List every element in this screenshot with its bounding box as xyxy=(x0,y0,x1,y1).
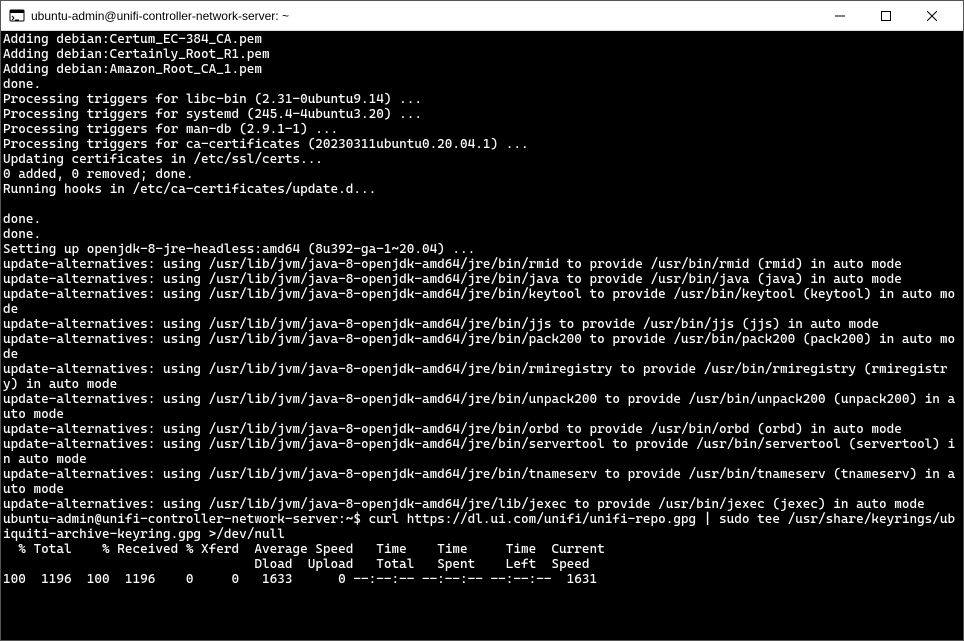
output-line: update-alternatives: using /usr/lib/jvm/… xyxy=(3,272,961,287)
output-line: update-alternatives: using /usr/lib/jvm/… xyxy=(3,317,961,332)
output-line: update-alternatives: using /usr/lib/jvm/… xyxy=(3,257,961,272)
output-line: done. xyxy=(3,212,961,227)
output-line: Processing triggers for libc-bin (2.31-0… xyxy=(3,92,961,107)
output-line: update-alternatives: using /usr/lib/jvm/… xyxy=(3,392,961,422)
output-line: update-alternatives: using /usr/lib/jvm/… xyxy=(3,332,961,362)
output-line: update-alternatives: using /usr/lib/jvm/… xyxy=(3,362,961,392)
maximize-icon xyxy=(881,11,891,21)
titlebar[interactable]: ubuntu-admin@unifi-controller-network-se… xyxy=(1,1,963,31)
output-line: Running hooks in /etc/ca-certificates/up… xyxy=(3,182,961,197)
output-line: Processing triggers for ca-certificates … xyxy=(3,137,961,152)
output-line: % Total % Received % Xferd Average Speed… xyxy=(3,542,961,557)
output-line: Adding debian:Certum_EC-384_CA.pem xyxy=(3,32,961,47)
terminal-output[interactable]: Adding debian:Certum_EC-384_CA.pemAdding… xyxy=(1,31,963,640)
output-line: Dload Upload Total Spent Left Speed xyxy=(3,557,961,572)
output-line: update-alternatives: using /usr/lib/jvm/… xyxy=(3,287,961,317)
minimize-button[interactable] xyxy=(817,1,863,31)
maximize-button[interactable] xyxy=(863,1,909,31)
output-line: done. xyxy=(3,77,961,92)
output-line: Processing triggers for man-db (2.9.1-1)… xyxy=(3,122,961,137)
output-line: update-alternatives: using /usr/lib/jvm/… xyxy=(3,497,961,512)
blank-line xyxy=(3,197,961,212)
output-line: Setting up openjdk-8-jre-headless:amd64 … xyxy=(3,242,961,257)
output-line: 0 added, 0 removed; done. xyxy=(3,167,961,182)
output-line: Adding debian:Amazon_Root_CA_1.pem xyxy=(3,62,961,77)
close-icon xyxy=(927,11,937,21)
prompt-line: ubuntu-admin@unifi-controller-network-se… xyxy=(3,512,961,542)
terminal-window: ubuntu-admin@unifi-controller-network-se… xyxy=(0,0,964,641)
output-line: 100 1196 100 1196 0 0 1633 0 --:--:-- --… xyxy=(3,572,961,587)
output-line: update-alternatives: using /usr/lib/jvm/… xyxy=(3,437,961,467)
output-line: Adding debian:Certainly_Root_R1.pem xyxy=(3,47,961,62)
output-line: Updating certificates in /etc/ssl/certs.… xyxy=(3,152,961,167)
minimize-icon xyxy=(835,11,845,21)
output-line: update-alternatives: using /usr/lib/jvm/… xyxy=(3,467,961,497)
output-line: Processing triggers for systemd (245.4-4… xyxy=(3,107,961,122)
app-icon xyxy=(9,8,25,24)
window-title: ubuntu-admin@unifi-controller-network-se… xyxy=(31,9,817,23)
output-line: done. xyxy=(3,227,961,242)
window-controls xyxy=(817,1,955,31)
output-line: update-alternatives: using /usr/lib/jvm/… xyxy=(3,422,961,437)
close-button[interactable] xyxy=(909,1,955,31)
